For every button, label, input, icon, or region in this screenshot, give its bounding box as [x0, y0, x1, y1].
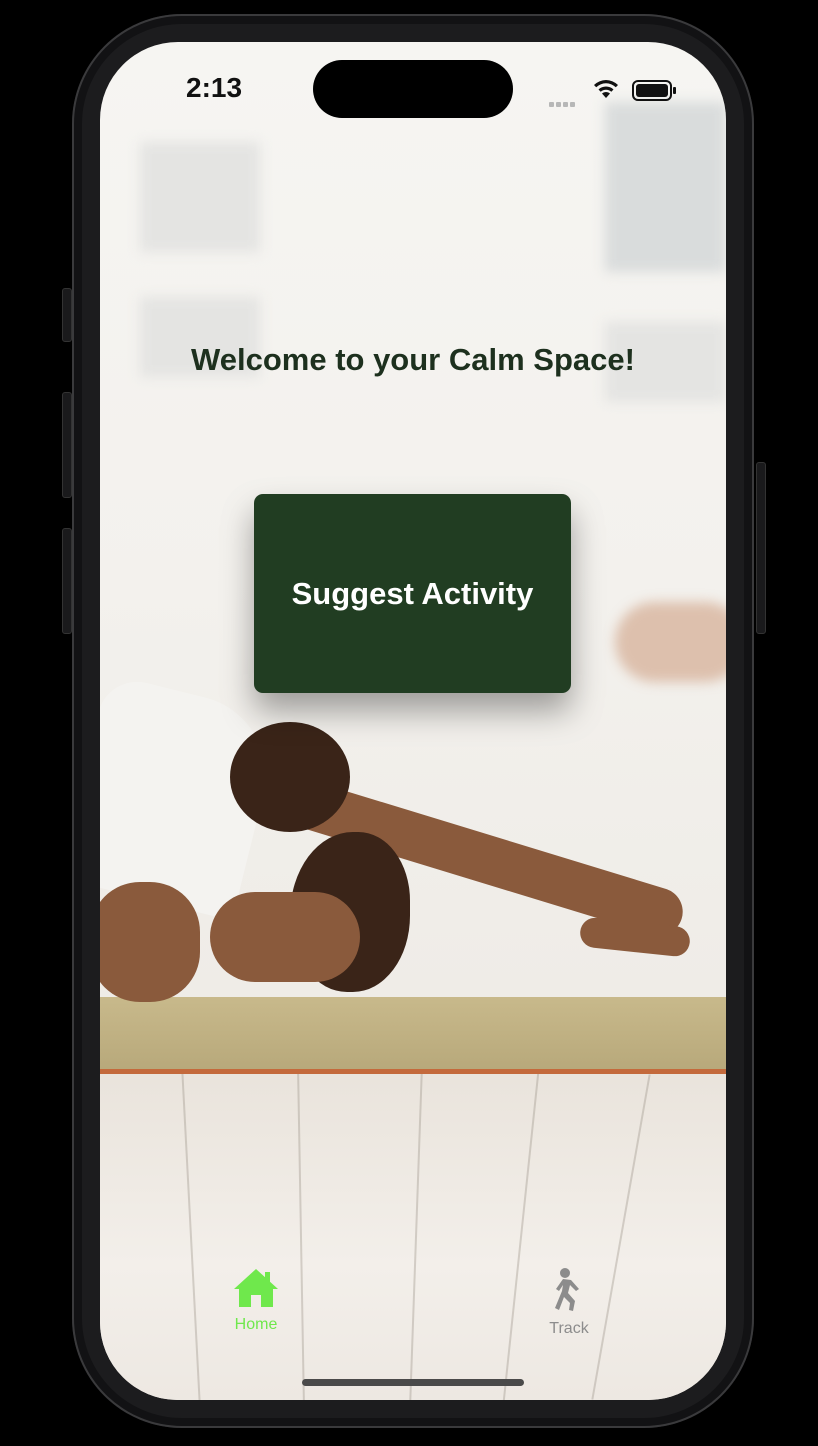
house-icon: [234, 1269, 278, 1307]
tab-track[interactable]: Track: [514, 1267, 624, 1338]
welcome-title: Welcome to your Calm Space!: [191, 342, 635, 377]
wifi-icon: [594, 80, 618, 98]
walking-figure-icon: [555, 1268, 579, 1311]
home-indicator[interactable]: [302, 1379, 524, 1386]
tab-bar: Home Track: [100, 1267, 726, 1357]
cellular-signal-icon: [549, 94, 577, 112]
battery-icon: [632, 80, 676, 101]
app-screen: 2:13 Welcome to your Calm Space! Suggest…: [100, 42, 726, 1400]
volume-up-button: [62, 392, 72, 498]
volume-down-button: [62, 528, 72, 634]
status-bar: 2:13: [100, 42, 726, 132]
tab-home[interactable]: Home: [201, 1267, 311, 1334]
tab-track-label: Track: [549, 1320, 589, 1337]
suggest-activity-button[interactable]: Suggest Activity: [254, 494, 571, 693]
tab-home-label: Home: [234, 1316, 278, 1333]
action-button: [62, 288, 72, 342]
status-time: 2:13: [186, 72, 243, 103]
power-button: [756, 462, 766, 634]
dynamic-island: [313, 60, 513, 118]
